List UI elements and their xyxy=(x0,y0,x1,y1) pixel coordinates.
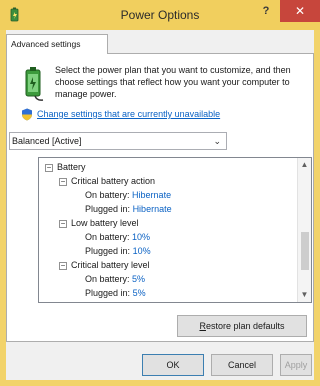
setting-value-link[interactable]: 5% xyxy=(132,274,145,284)
restore-plan-defaults-button[interactable]: Restore plan defaults xyxy=(177,315,307,337)
vertical-scrollbar[interactable]: ▲ ▼ xyxy=(297,158,311,302)
setting-label: Plugged in: xyxy=(85,246,131,256)
help-button[interactable]: ? xyxy=(252,0,280,22)
title-bar[interactable]: Power Options ? ✕ xyxy=(0,0,320,30)
advanced-settings-panel: Select the power plan that you want to c… xyxy=(6,53,314,342)
tab-advanced-settings[interactable]: Advanced settings xyxy=(6,34,108,54)
collapse-icon[interactable]: − xyxy=(59,177,67,186)
setting-label: On battery: xyxy=(85,190,130,200)
setting-value-link[interactable]: 5% xyxy=(133,288,146,298)
setting-on-battery: On battery: 10% xyxy=(85,230,150,244)
setting-plugged-in: Plugged in: Hibernate xyxy=(85,202,172,216)
settings-tree[interactable]: − Battery − Critical battery action On bat… xyxy=(38,157,312,303)
tree-item-label: Critical battery action xyxy=(71,176,156,186)
tree-item-low-battery-level[interactable]: − Low battery level xyxy=(59,216,139,230)
setting-value-link[interactable]: Hibernate xyxy=(132,190,171,200)
setting-on-battery: On battery: Hibernate xyxy=(85,188,171,202)
scroll-thumb[interactable] xyxy=(301,232,309,270)
collapse-icon[interactable]: − xyxy=(45,163,53,172)
dialog-body: Advanced settings Select the power plan … xyxy=(6,30,314,380)
uac-shield-icon xyxy=(22,108,32,121)
setting-value-link[interactable]: Hibernate xyxy=(133,204,172,214)
scroll-down-icon[interactable]: ▼ xyxy=(298,288,311,302)
ok-button[interactable]: OK xyxy=(142,354,204,376)
setting-label: On battery: xyxy=(85,232,130,242)
change-settings-link[interactable]: Change settings that are currently unava… xyxy=(37,109,220,119)
chevron-down-icon: ⌄ xyxy=(213,136,221,146)
tree-item-label: Critical battery level xyxy=(71,260,150,270)
setting-label: On battery: xyxy=(85,274,130,284)
tree-item-label: Battery xyxy=(57,162,86,172)
restore-label: estore plan defaults xyxy=(205,321,285,331)
power-plan-dropdown[interactable]: Balanced [Active] ⌄ xyxy=(9,132,227,150)
tree-item-critical-battery-action[interactable]: − Critical battery action xyxy=(59,174,155,188)
setting-label: Plugged in: xyxy=(85,288,131,298)
setting-plugged-in: Plugged in: 5% xyxy=(85,286,146,300)
tree-item-label: Low battery level xyxy=(71,218,139,228)
setting-label: Plugged in: xyxy=(85,204,131,214)
setting-value-link[interactable]: 10% xyxy=(132,232,150,242)
tree-item-battery[interactable]: − Battery xyxy=(45,160,86,174)
tree-item-critical-battery-level[interactable]: − Critical battery level xyxy=(59,258,150,272)
apply-button[interactable]: Apply xyxy=(280,354,312,376)
cancel-button[interactable]: Cancel xyxy=(211,354,273,376)
setting-on-battery: On battery: 5% xyxy=(85,272,145,286)
close-button[interactable]: ✕ xyxy=(280,0,320,22)
scroll-up-icon[interactable]: ▲ xyxy=(298,158,311,172)
intro-text: Select the power plan that you want to c… xyxy=(55,65,291,99)
collapse-icon[interactable]: − xyxy=(59,261,67,270)
power-plan-value: Balanced [Active] xyxy=(12,136,82,146)
setting-plugged-in: Plugged in: 10% xyxy=(85,244,151,258)
collapse-icon[interactable]: − xyxy=(59,219,67,228)
power-options-window: Power Options ? ✕ Advanced settings Sele… xyxy=(0,0,320,386)
setting-value-link[interactable]: 10% xyxy=(133,246,151,256)
battery-plug-icon xyxy=(25,67,44,101)
